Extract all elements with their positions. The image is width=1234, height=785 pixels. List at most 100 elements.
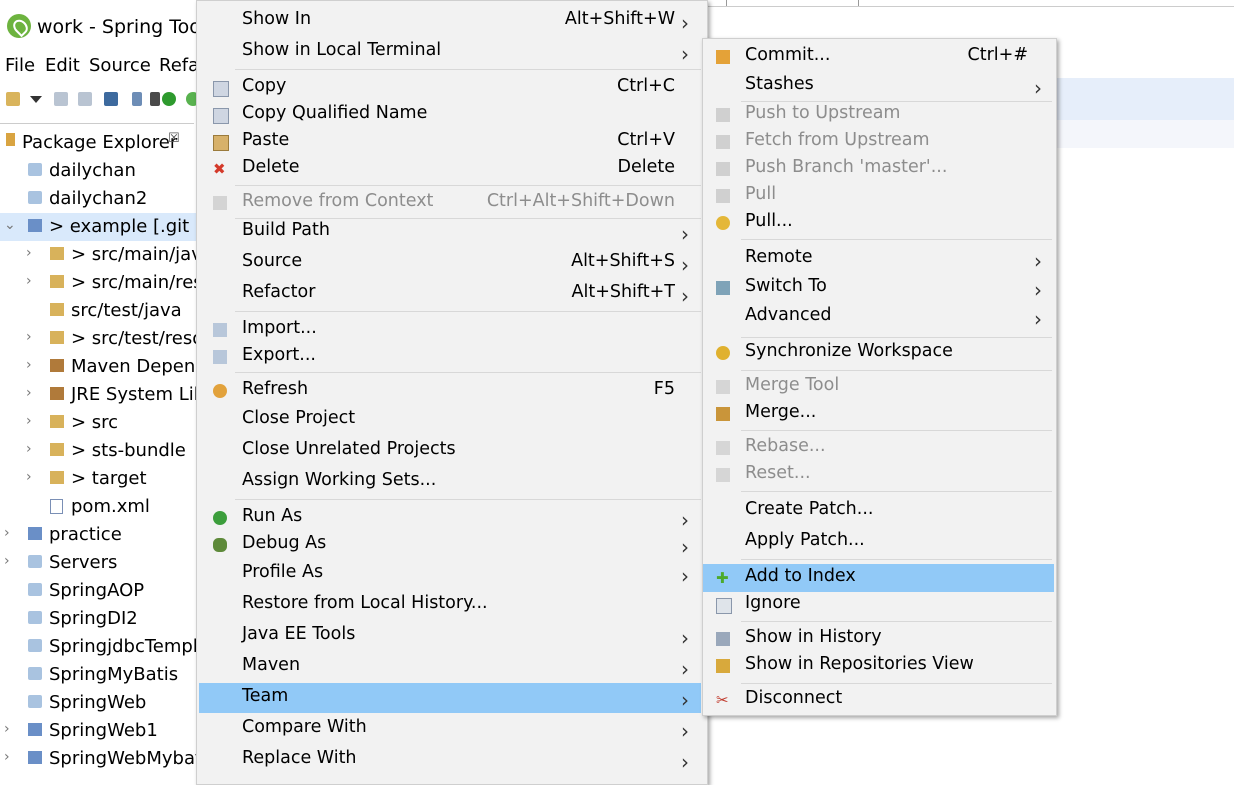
tree-item[interactable]: › > src/test/reso [0,325,196,353]
close-tab-icon[interactable]: ☒ [168,131,180,146]
tree-item[interactable]: › JRE System Libr [0,381,196,409]
pull-dialog-icon [716,216,730,230]
menu-edit[interactable]: Edit [45,55,80,76]
expand-icon[interactable]: › [26,329,32,345]
menu-item-copy[interactable]: Copy Ctrl+C [199,73,701,103]
menu-item-run-as[interactable]: Run As › [199,503,701,533]
menu-item-debug-as[interactable]: Debug As › [199,530,701,560]
team-item-synchronize-workspace[interactable]: Synchronize Workspace [703,339,1054,367]
tree-item[interactable]: › > sts-bundle [0,437,196,465]
menu-item-assign-working-sets[interactable]: Assign Working Sets... [199,467,701,497]
team-item-pull[interactable]: Pull... [703,209,1054,237]
library-icon [50,387,64,400]
window-title: work - Spring Tool [37,16,196,38]
tree-item[interactable]: dailychan2 [0,185,196,213]
team-item-commit[interactable]: Commit... Ctrl+# [703,43,1054,71]
tree-item[interactable]: pom.xml [0,493,196,521]
menu-item-export[interactable]: Export... [199,342,701,372]
team-item-advanced[interactable]: Advanced › [703,303,1054,331]
menu-file[interactable]: File [5,55,35,76]
save-icon[interactable] [54,92,68,106]
menu-item-show-in-local-terminal[interactable]: Show in Local Terminal › [199,37,701,67]
menu-item-refresh[interactable]: Refresh F5 [199,376,701,406]
new-icon[interactable] [6,92,20,106]
expand-icon[interactable]: › [26,357,32,373]
expand-icon[interactable]: › [4,553,10,569]
menu-source[interactable]: Source [89,55,151,76]
menu-item-copy-qualified-name[interactable]: Copy Qualified Name [199,100,701,130]
team-item-stashes[interactable]: Stashes › [703,72,1054,100]
menu-item-import[interactable]: Import... [199,315,701,345]
expand-icon[interactable]: › [26,245,32,261]
tree-item[interactable]: SpringjdbcTempla [0,633,196,661]
tree-item[interactable]: › > target [0,465,196,493]
menu-item-label: Close Project [242,408,356,428]
menu-item-profile-as[interactable]: Profile As › [199,559,701,589]
tree-item[interactable]: SpringAOP [0,577,196,605]
menu-item-label: Advanced [745,305,832,325]
expand-icon[interactable]: › [26,469,32,485]
menu-item-restore-from-local-history[interactable]: Restore from Local History... [199,590,701,620]
dropdown-icon[interactable] [30,96,42,103]
tree-item[interactable]: › > src/main/reso [0,269,196,297]
tree-item[interactable]: SpringDI2 [0,605,196,633]
menu-item-close-project[interactable]: Close Project [199,405,701,435]
xml-file-icon [50,499,63,514]
menu-item-paste[interactable]: Paste Ctrl+V [199,127,701,157]
menu-refactor[interactable]: Refa [159,55,196,76]
tree-item[interactable]: › SpringWeb1 [0,717,196,745]
expand-icon[interactable]: › [26,413,32,429]
tree-item[interactable]: › SpringWebMybati [0,745,196,773]
skip-breakpoints-icon[interactable] [132,92,142,106]
package-explorer-tab[interactable]: Package Explorer ☒ [0,123,194,156]
run-icon[interactable] [186,92,196,106]
menu-item-label: Merge Tool [745,375,840,395]
menu-item-compare-with[interactable]: Compare With › [199,714,701,744]
tree-item[interactable]: › Maven Depend [0,353,196,381]
team-item-ignore[interactable]: Ignore [703,591,1054,619]
team-item-apply-patch[interactable]: Apply Patch... [703,528,1054,556]
menu-item-show-in[interactable]: Show In Alt+Shift+W › [199,6,701,36]
tree-item[interactable]: src/test/java [0,297,196,325]
menu-item-source[interactable]: Source Alt+Shift+S › [199,248,701,278]
tree-item[interactable]: ⌄ > example [.git m [0,213,196,241]
team-item-add-to-index[interactable]: ✚ Add to Index [703,564,1054,592]
menu-item-team[interactable]: Team › [199,683,701,713]
boot-run-icon[interactable] [162,92,176,106]
tree-item[interactable]: dailychan [0,157,196,185]
expand-icon[interactable]: › [26,385,32,401]
pin-icon[interactable] [150,92,160,106]
tree-item[interactable]: › Servers [0,549,196,577]
team-item-remote[interactable]: Remote › [703,245,1054,273]
tree-item[interactable]: › practice [0,521,196,549]
submenu-arrow-icon: › [681,750,689,774]
collapse-icon[interactable]: ⌄ [4,217,16,233]
menu-item-shortcut: Alt+Shift+T [571,282,676,302]
expand-icon[interactable]: › [4,749,10,765]
menu-item-replace-with[interactable]: Replace With › [199,745,701,775]
menu-item-build-path[interactable]: Build Path › [199,217,701,247]
expand-icon[interactable]: › [4,721,10,737]
team-item-disconnect[interactable]: ✂ Disconnect [703,686,1054,714]
team-item-merge[interactable]: Merge... [703,400,1054,428]
team-item-switch-to[interactable]: Switch To › [703,274,1054,302]
menu-item-label: Paste [242,130,290,150]
team-item-show-in-repositories-view[interactable]: Show in Repositories View [703,652,1054,680]
team-item-show-in-history[interactable]: Show in History [703,625,1054,653]
expand-icon[interactable]: › [26,441,32,457]
console-icon[interactable] [104,92,118,106]
tree-item[interactable]: › > src/main/java [0,241,196,269]
expand-icon[interactable]: › [4,525,10,541]
menu-item-maven[interactable]: Maven › [199,652,701,682]
expand-icon[interactable]: › [26,273,32,289]
menu-item-refactor[interactable]: Refactor Alt+Shift+T › [199,279,701,309]
save-all-icon[interactable] [78,92,92,106]
tree-item[interactable]: SpringMyBatis [0,661,196,689]
menu-item-shortcut: Delete [617,157,676,177]
tree-item[interactable]: › > src [0,409,196,437]
tree-item[interactable]: SpringWeb [0,689,196,717]
menu-item-java-ee-tools[interactable]: Java EE Tools › [199,621,701,651]
menu-item-close-unrelated-projects[interactable]: Close Unrelated Projects [199,436,701,466]
team-item-create-patch[interactable]: Create Patch... [703,497,1054,525]
menu-item-delete[interactable]: ✖ Delete Delete [199,154,701,184]
